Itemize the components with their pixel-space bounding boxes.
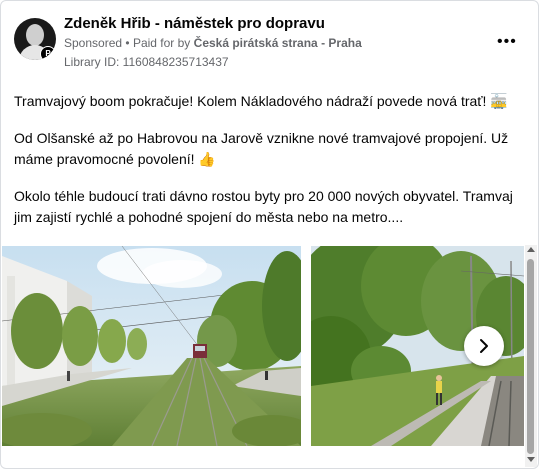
more-options-icon[interactable]: •••	[497, 33, 517, 51]
scroll-thumb[interactable]	[527, 259, 534, 454]
ad-card: P Zdeněk Hřib - náměstek pro dopravu Spo…	[0, 0, 539, 469]
post-paragraph-3: Okolo téhle budoucí trati dávno rostou b…	[14, 188, 513, 225]
avatar-face	[26, 24, 44, 46]
carousel-next-button[interactable]	[464, 326, 504, 366]
pirate-badge-icon: P	[40, 46, 56, 60]
paid-for-label: Paid for by	[132, 36, 191, 50]
sponsor-line: Sponsored • Paid for by Česká pirátská s…	[64, 36, 362, 50]
post-paragraph-1: Tramvajový boom pokračuje! Kolem Náklado…	[14, 93, 508, 109]
separator-dot: •	[125, 36, 130, 50]
scroll-down-arrow-icon[interactable]	[527, 457, 535, 462]
author-name[interactable]: Zdeněk Hřib - náměstek pro dopravu	[64, 15, 325, 32]
chevron-right-icon	[480, 339, 488, 353]
scrollbar[interactable]	[525, 245, 537, 467]
scroll-up-arrow-icon[interactable]	[527, 247, 535, 252]
sponsored-label: Sponsored	[64, 36, 123, 50]
carousel-image-1[interactable]	[2, 246, 301, 446]
post-paragraph-2: Od Olšanské až po Habrovou na Jarově vzn…	[14, 130, 509, 167]
image-carousel[interactable]	[2, 246, 524, 446]
avatar[interactable]: P	[14, 18, 56, 60]
library-id: Library ID: 1160848235713437	[64, 55, 229, 69]
payer-name[interactable]: Česká pirátská strana - Praha	[194, 36, 362, 50]
